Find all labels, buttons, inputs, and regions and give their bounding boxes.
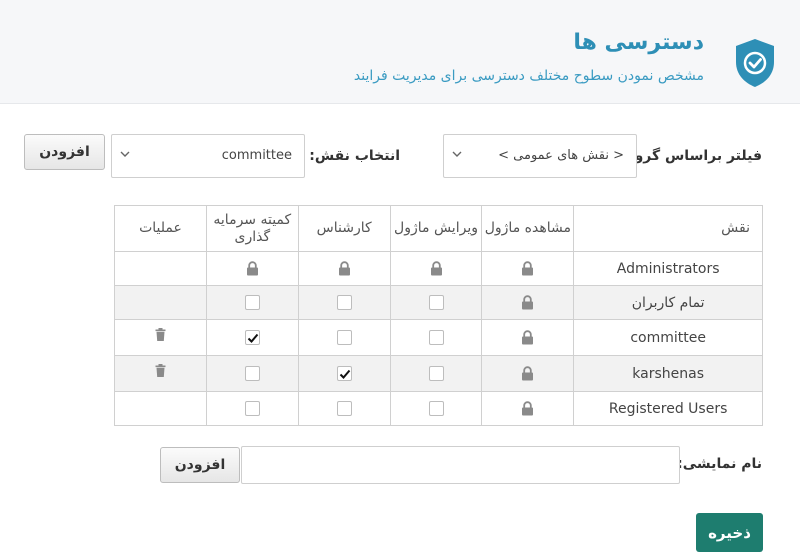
page-header: دسترسی ها مشخص نمودن سطوح مختلف دسترسی ب… xyxy=(0,0,800,104)
permission-cell-edit-module xyxy=(389,251,483,286)
permission-cell-view-module xyxy=(481,319,575,356)
lock-icon xyxy=(430,261,443,277)
column-header-edit-module: ویرایش ماژول xyxy=(389,205,483,252)
permission-cell-view-module xyxy=(481,355,575,392)
permission-cell-view-module xyxy=(481,391,575,426)
table-header-row: نقش مشاهده ماژول ویرایش ماژول کارشناس کم… xyxy=(114,205,763,252)
shield-check-icon xyxy=(736,39,774,87)
save-button[interactable]: ذخیره xyxy=(696,513,763,552)
permission-checkbox[interactable] xyxy=(428,330,444,345)
permission-cell-edit-module xyxy=(389,355,483,392)
column-header-investment-committee: کمیته سرمایه گذاری xyxy=(205,205,299,252)
permission-cell-investment-committee xyxy=(205,391,299,426)
role-select[interactable]: committee xyxy=(111,134,305,178)
lock-icon xyxy=(521,295,534,311)
lock-icon xyxy=(338,261,351,277)
column-header-view-module: مشاهده ماژول xyxy=(481,205,575,252)
lock-icon xyxy=(521,261,534,277)
table-row: Registered Users xyxy=(114,391,763,426)
operations-cell xyxy=(114,355,207,392)
trash-icon[interactable] xyxy=(155,327,166,343)
permission-checkbox[interactable] xyxy=(244,295,260,310)
column-header-role: نقش xyxy=(573,205,763,252)
lock-icon xyxy=(521,366,534,382)
role-name-cell: Administrators xyxy=(573,251,763,286)
chevron-down-icon xyxy=(120,151,130,157)
permission-checkbox[interactable] xyxy=(428,366,444,381)
column-header-expert: کارشناس xyxy=(297,205,391,252)
add-role-button[interactable]: افزودن xyxy=(24,134,105,170)
permission-checkbox[interactable] xyxy=(244,330,260,345)
group-filter-label: فیلتر براساس گروه: xyxy=(620,148,762,164)
permission-cell-view-module xyxy=(481,285,575,320)
permission-cell-investment-committee xyxy=(205,319,299,356)
lock-icon xyxy=(521,401,534,417)
role-name-cell: Registered Users xyxy=(573,391,763,426)
page-title: دسترسی ها xyxy=(573,30,704,55)
permission-cell-expert xyxy=(297,319,391,356)
group-filter-select[interactable]: < نقش های عمومی > xyxy=(443,134,637,178)
role-select-value: committee xyxy=(221,148,292,163)
permission-cell-investment-committee xyxy=(205,251,299,286)
permission-cell-expert xyxy=(297,391,391,426)
permission-checkbox[interactable] xyxy=(336,330,352,345)
permission-checkbox[interactable] xyxy=(336,401,352,416)
permission-cell-edit-module xyxy=(389,391,483,426)
page-subtitle: مشخص نمودن سطوح مختلف دسترسی برای مدیریت… xyxy=(353,68,704,84)
operations-cell xyxy=(114,391,207,426)
operations-cell xyxy=(114,319,207,356)
permission-cell-edit-module xyxy=(389,285,483,320)
display-name-label: نام نمایشی: xyxy=(677,456,762,472)
permission-cell-expert xyxy=(297,355,391,392)
permission-cell-view-module xyxy=(481,251,575,286)
table-row: committee xyxy=(114,319,763,356)
permission-checkbox[interactable] xyxy=(428,401,444,416)
role-name-cell: committee xyxy=(573,319,763,356)
permission-cell-expert xyxy=(297,285,391,320)
display-name-input[interactable] xyxy=(241,446,680,484)
permission-checkbox[interactable] xyxy=(336,295,352,310)
add-display-name-button[interactable]: افزودن xyxy=(160,447,240,483)
role-name-cell: تمام کاربران xyxy=(573,285,763,320)
column-header-operations: عملیات xyxy=(114,205,207,252)
operations-cell xyxy=(114,285,207,320)
permission-cell-investment-committee xyxy=(205,355,299,392)
lock-icon xyxy=(521,330,534,346)
role-name-cell: karshenas xyxy=(573,355,763,392)
permission-cell-investment-committee xyxy=(205,285,299,320)
permission-cell-edit-module xyxy=(389,319,483,356)
permission-checkbox[interactable] xyxy=(336,366,352,381)
table-row: karshenas xyxy=(114,355,763,392)
permission-cell-expert xyxy=(297,251,391,286)
permission-checkbox[interactable] xyxy=(428,295,444,310)
permission-checkbox[interactable] xyxy=(244,366,260,381)
role-select-label: انتخاب نقش: xyxy=(309,148,400,164)
table-row: Administrators xyxy=(114,251,763,286)
chevron-down-icon xyxy=(452,151,462,157)
table-row: تمام کاربران xyxy=(114,285,763,320)
permission-checkbox[interactable] xyxy=(244,401,260,416)
trash-icon[interactable] xyxy=(155,363,166,379)
group-filter-value: < نقش های عمومی > xyxy=(498,148,624,163)
permissions-table: نقش مشاهده ماژول ویرایش ماژول کارشناس کم… xyxy=(114,205,763,426)
lock-icon xyxy=(246,261,259,277)
operations-cell xyxy=(114,251,207,286)
